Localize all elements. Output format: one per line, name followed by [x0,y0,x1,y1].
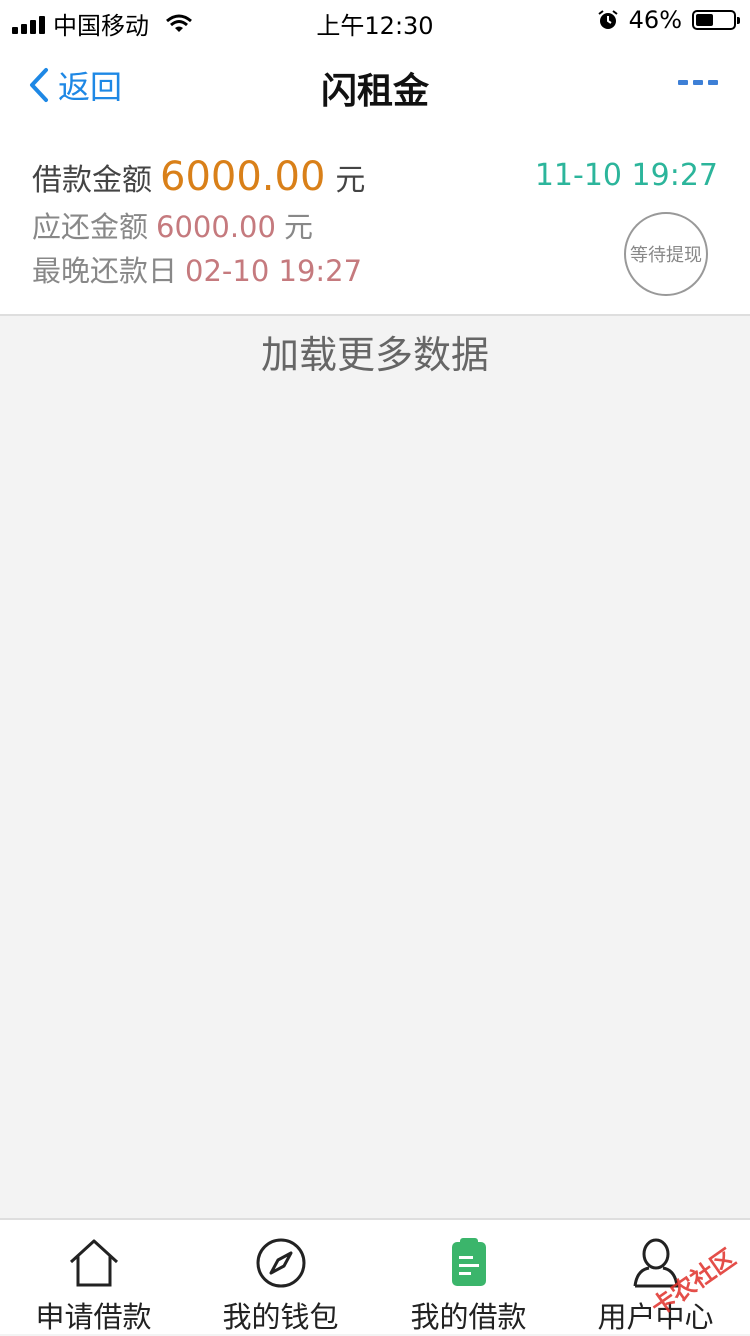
home-icon [69,1239,118,1287]
more-dot-icon [708,80,718,85]
status-right: 46% [597,6,740,34]
repay-amount-row: 应还金额 6000.00 元 [32,204,313,246]
more-dot-icon [693,80,703,85]
loan-record-card[interactable]: 借款金额 6000.00 元 应还金额 6000.00 元 最晚还款日 02-1… [0,128,750,316]
battery-tip [737,17,740,24]
tab-label: 我的借款 [410,1300,527,1334]
alarm-icon [598,10,618,29]
tab-bar: 申请借款 我的钱包 我的借款 用户中心 [0,1218,750,1334]
borrow-amount-value: 6000.00 [160,154,326,200]
status-bar: 中国移动 上午12:30 46% [0,0,750,40]
repay-amount-value: 6000.00 [156,210,276,244]
tab-wallet[interactable]: 我的钱包 [187,1220,374,1336]
tab-apply-loan[interactable]: 申请借款 [0,1220,187,1336]
repay-amount-label: 应还金额 [32,210,149,244]
tab-label: 我的钱包 [222,1300,339,1334]
status-badge: 等待提现 [624,212,708,296]
due-date-row: 最晚还款日 02-10 19:27 [32,248,362,290]
clipboard-icon [451,1238,486,1286]
tab-label: 申请借款 [35,1300,152,1334]
borrow-amount-label: 借款金额 [32,163,152,198]
more-button[interactable] [678,80,718,85]
created-time: 11-10 19:27 [534,158,718,193]
nav-bar: 返回 闪租金 [0,40,750,128]
page-title: 闪租金 [320,71,429,112]
tab-my-loans[interactable]: 我的借款 [375,1220,562,1336]
repay-currency: 元 [283,210,313,244]
due-date-value: 02-10 19:27 [185,254,363,288]
due-date-label: 最晚还款日 [32,254,178,288]
compass-icon [256,1238,305,1288]
borrow-currency: 元 [335,163,366,198]
battery-icon [692,10,740,30]
more-dot-icon [678,80,688,85]
load-more-button[interactable]: 加载更多数据 [0,324,750,379]
borrow-amount-row: 借款金额 6000.00 元 [32,154,365,200]
battery-percent: 46% [628,6,682,34]
battery-fill [696,14,713,26]
